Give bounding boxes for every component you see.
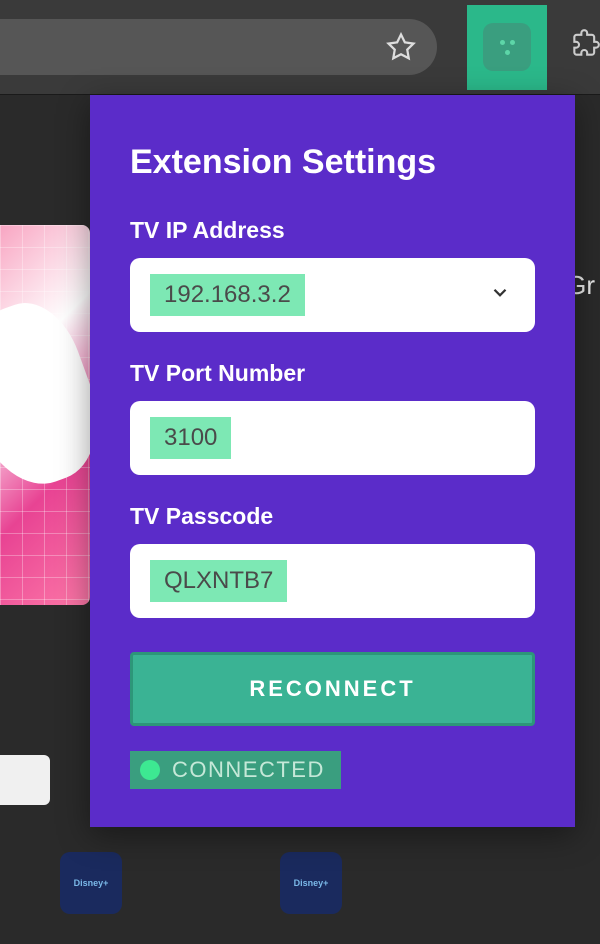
content-block <box>0 755 50 805</box>
status-indicator-icon <box>140 760 160 780</box>
port-input[interactable]: 3100 <box>130 401 535 475</box>
extension-button[interactable] <box>467 5 547 90</box>
bookmark-star-icon[interactable] <box>385 31 417 63</box>
ip-label: TV IP Address <box>130 217 535 244</box>
port-field-group: TV Port Number 3100 <box>130 360 535 475</box>
content-thumbnail[interactable] <box>0 225 90 605</box>
passcode-input[interactable]: QLXNTB7 <box>130 544 535 618</box>
passcode-value: QLXNTB7 <box>150 560 287 602</box>
ip-field-group: TV IP Address 192.168.3.2 <box>130 217 535 332</box>
extensions-menu-icon[interactable] <box>572 29 600 65</box>
extension-popup: Extension Settings TV IP Address 192.168… <box>90 95 575 827</box>
passcode-label: TV Passcode <box>130 503 535 530</box>
extension-icon <box>483 23 531 71</box>
browser-toolbar <box>0 0 600 95</box>
connection-status: CONNECTED <box>130 751 341 789</box>
status-text: CONNECTED <box>172 757 325 783</box>
port-label: TV Port Number <box>130 360 535 387</box>
ip-value: 192.168.3.2 <box>150 274 305 316</box>
url-bar[interactable] <box>0 19 437 75</box>
ip-select[interactable]: 192.168.3.2 <box>130 258 535 332</box>
chevron-down-icon <box>489 282 511 309</box>
app-tile[interactable]: Disney+ <box>60 852 122 914</box>
passcode-field-group: TV Passcode QLXNTB7 <box>130 503 535 618</box>
popup-title: Extension Settings <box>130 143 535 182</box>
app-tile[interactable]: Disney+ <box>280 852 342 914</box>
reconnect-button[interactable]: RECONNECT <box>130 652 535 726</box>
port-value: 3100 <box>150 417 231 459</box>
